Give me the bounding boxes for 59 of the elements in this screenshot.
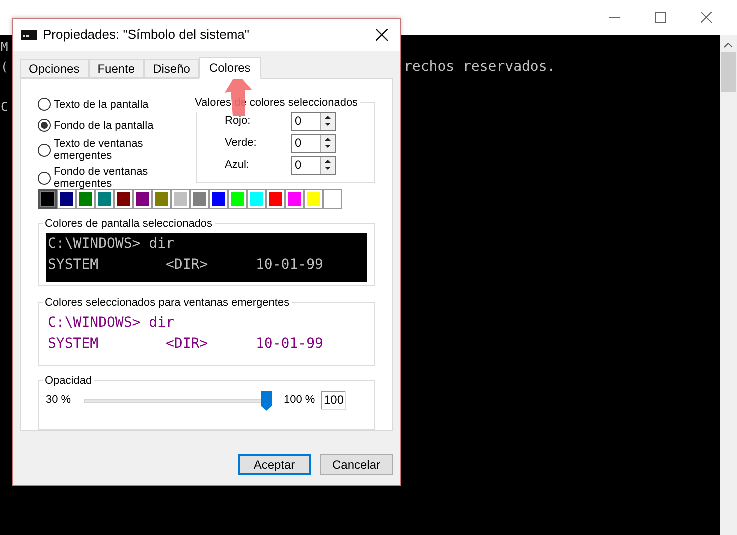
number-spinner[interactable]: 0: [291, 134, 336, 153]
slider-max-label: 100 %: [284, 392, 316, 408]
console-text: C: [1, 99, 8, 116]
color-swatch[interactable]: [38, 189, 57, 209]
color-swatch[interactable]: [171, 189, 190, 209]
color-swatch[interactable]: [228, 189, 247, 209]
dialog-button[interactable]: Aceptar: [238, 454, 311, 475]
field-label: Azul:: [225, 158, 250, 174]
group-title: Colores de pantalla seleccionados: [43, 216, 215, 232]
color-swatch[interactable]: [57, 189, 76, 209]
close-icon: [700, 12, 712, 23]
radio-option[interactable]: Texto de la pantalla: [38, 96, 178, 113]
tab[interactable]: Fuente: [88, 59, 144, 78]
scroll-up-icon: [724, 43, 733, 48]
console-text: M: [1, 39, 8, 56]
color-swatch[interactable]: [304, 189, 323, 209]
preview-text: C:\WINDOWS> dir: [48, 314, 174, 334]
radio-option[interactable]: Fondo de ventanas emergentes: [38, 166, 178, 190]
color-swatch[interactable]: [133, 189, 152, 209]
field-label: Rojo:: [225, 114, 252, 130]
opacity-slider[interactable]: [84, 390, 272, 411]
color-swatch[interactable]: [247, 189, 266, 209]
preview-text: 10-01-99: [256, 335, 324, 354]
preview-text: SYSTEM: [48, 256, 100, 275]
preview-text: <DIR>: [166, 335, 210, 354]
color-swatch[interactable]: [266, 189, 285, 209]
color-swatch[interactable]: [114, 189, 133, 209]
console-text: rechos reservados.: [404, 58, 556, 77]
console-text: (: [1, 59, 8, 76]
opacity-input[interactable]: 100: [321, 390, 346, 410]
slider-thumb[interactable]: [261, 390, 272, 411]
color-swatch[interactable]: [323, 189, 342, 209]
tab[interactable]: Diseño: [144, 59, 200, 78]
color-swatch[interactable]: [190, 189, 209, 209]
radio-option[interactable]: Texto de ventanas emergentes: [38, 138, 178, 162]
close-icon: [376, 29, 388, 41]
dialog-title: Propiedades: "Símbolo del sistema": [43, 26, 251, 44]
color-swatch[interactable]: [209, 189, 228, 209]
number-spinner[interactable]: 0: [291, 112, 336, 131]
field-label: Verde:: [225, 136, 258, 152]
slider-min-label: 30 %: [46, 392, 72, 408]
maximize-icon: [654, 12, 666, 23]
preview-text: SYSTEM: [48, 335, 100, 354]
tab[interactable]: Colores: [199, 57, 261, 79]
preview-text: 10-01-99: [256, 256, 324, 275]
dialog-button[interactable]: Cancelar: [320, 454, 393, 475]
color-swatch[interactable]: [285, 189, 304, 209]
color-swatch[interactable]: [152, 189, 171, 209]
console-app-icon: [21, 30, 37, 40]
color-swatch[interactable]: [95, 189, 114, 209]
radio-option[interactable]: Fondo de la pantalla: [38, 117, 178, 134]
scrollbar-thumb[interactable]: [721, 52, 736, 92]
tab[interactable]: Opciones: [20, 59, 89, 78]
color-swatch[interactable]: [76, 189, 95, 209]
number-spinner[interactable]: 0: [291, 156, 336, 175]
preview-text: <DIR>: [166, 256, 210, 275]
minimize-icon: [608, 17, 620, 18]
scrollbar[interactable]: [720, 35, 737, 535]
preview-text: C:\WINDOWS> dir: [48, 235, 174, 254]
